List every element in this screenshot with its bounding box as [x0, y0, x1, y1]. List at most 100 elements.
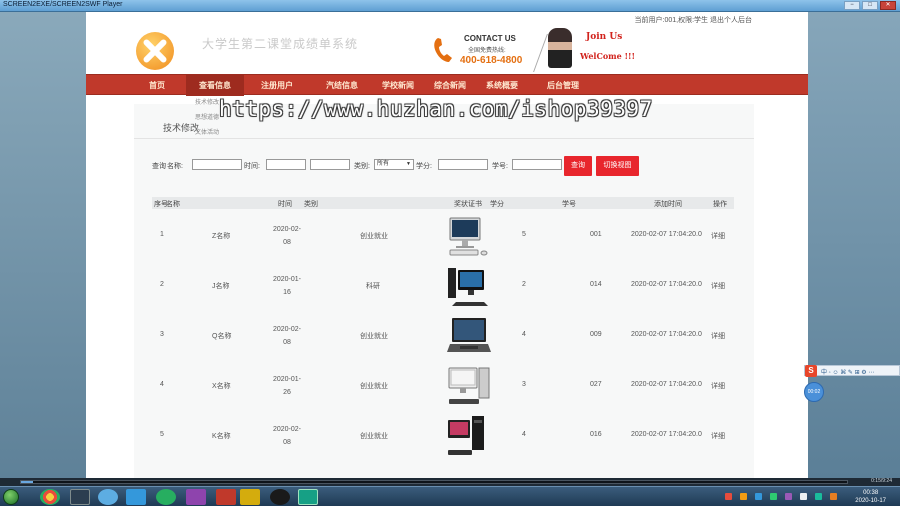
nav-item-general-news[interactable]: 综合新闻	[420, 75, 480, 96]
tray-battery-icon[interactable]	[815, 493, 822, 500]
screen-recorder-icon[interactable]	[298, 489, 318, 505]
folder-icon[interactable]	[240, 489, 260, 505]
search-bar: 查询 名称: 时间: 类别: 所有 ▼ 学分: 学号: 查询 切换视图	[152, 156, 752, 176]
ime-toolbar-buttons[interactable]: 中 ◦ ☺ ⌘ ✎ ⊞ ⚙ ⋯	[821, 367, 874, 376]
row-added-time: 2020-02-07 17:04:20.0	[631, 431, 702, 438]
row-student-id: 014	[590, 281, 602, 288]
main-nav: 首页 查看信息 注册用户 汽结信息 学校新闻 综合新闻 系统概要 后台管理	[86, 74, 808, 96]
detail-link[interactable]: 详细	[711, 431, 725, 441]
tray-wechat-icon[interactable]	[770, 493, 777, 500]
credit-label: 学分:	[416, 163, 432, 170]
start-button-icon[interactable]	[3, 489, 19, 505]
student-id-input[interactable]	[512, 159, 562, 170]
tray-ime-icon[interactable]	[725, 493, 732, 500]
tray-flag-icon[interactable]	[830, 493, 837, 500]
window-title: SCREEN2EXE/SCREEN2SWF Player	[3, 1, 123, 8]
time-end-input[interactable]	[310, 159, 350, 170]
contact-phone: 400-618-4800	[460, 55, 523, 66]
time-start-input[interactable]	[266, 159, 306, 170]
row-date: 2020-02- 08	[272, 426, 302, 446]
browser-icon[interactable]	[126, 489, 146, 505]
taskbar: 00:38 2020-10-17	[0, 486, 900, 506]
row-name: Q名称	[212, 333, 232, 340]
row-category: 创业就业	[360, 383, 388, 390]
editor-icon[interactable]	[186, 489, 206, 505]
nav-item-view-info[interactable]: 查看信息	[186, 75, 244, 96]
chrome-icon[interactable]	[40, 489, 60, 505]
row-name: K名称	[212, 433, 231, 440]
row-name: X名称	[212, 383, 231, 390]
flash-icon[interactable]	[216, 489, 236, 505]
row-category: 科研	[366, 283, 380, 290]
tray-volume-icon[interactable]	[800, 493, 807, 500]
search-prefix-label: 查询	[152, 163, 166, 170]
site-title: 大学生第二课堂成绩单系统	[202, 37, 359, 51]
detail-link[interactable]: 详细	[711, 331, 725, 341]
nav-item-summary-info[interactable]: 汽结信息	[312, 75, 372, 96]
laptop-icon	[447, 318, 491, 352]
credit-input[interactable]	[438, 159, 488, 170]
row-category: 创业就业	[360, 433, 388, 440]
player-progress-track[interactable]	[20, 480, 848, 484]
web-page: 当前用户:001,权限:学生 退出个人后台 大学生第二课堂成绩单系统 CONTA…	[86, 12, 808, 478]
dropdown-item-sports[interactable]: 文体活动	[195, 126, 241, 141]
row-credit: 3	[522, 381, 526, 388]
panel-tab-title[interactable]: 技术修改	[163, 121, 199, 134]
window-titlebar: SCREEN2EXE/SCREEN2SWF Player − □ ✕	[0, 0, 900, 12]
nav-item-register[interactable]: 注册用户	[246, 75, 308, 96]
time-label: 时间:	[244, 163, 260, 170]
detail-link[interactable]: 详细	[711, 231, 725, 241]
name-input[interactable]	[192, 159, 242, 170]
table-row: 1 Z名称 2020-02- 08 创业就业 5 001 2020-02-07 1…	[152, 210, 734, 260]
category-select[interactable]: 所有 ▼	[374, 159, 414, 170]
switch-view-button[interactable]: 切换视图	[596, 156, 639, 176]
th-action: 操作	[713, 201, 727, 208]
tray-app-icon[interactable]	[740, 493, 747, 500]
header-divider	[533, 34, 548, 72]
query-button[interactable]: 查询	[564, 156, 592, 176]
tray-shield-icon[interactable]	[755, 493, 762, 500]
user-status-links[interactable]: 当前用户:001,权限:学生 退出个人后台	[635, 15, 752, 25]
player-time: 0:15/9:24	[871, 478, 892, 484]
qq-icon[interactable]	[270, 489, 290, 505]
table-row: 2 J名称 2020-01- 16 科研 2 014 2020-02-07 17:…	[152, 260, 734, 310]
row-added-time: 2020-02-07 17:04:20.0	[631, 281, 702, 288]
detail-link[interactable]: 详细	[711, 281, 725, 291]
recorder-timer[interactable]: 00:02	[804, 382, 824, 402]
sogou-logo-icon: S	[805, 365, 817, 377]
table-row: 5 K名称 2020-02- 08 创业就业 4 016 2020-02-07 1…	[152, 410, 734, 460]
avatar	[548, 28, 572, 68]
category-label: 类别:	[354, 163, 370, 170]
window-controls: − □ ✕	[844, 1, 896, 10]
tray-network-icon[interactable]	[785, 493, 792, 500]
computer-icon	[449, 217, 488, 256]
media-player-icon[interactable]	[70, 489, 90, 505]
th-certificate: 奖状证书	[454, 201, 482, 208]
nav-item-school-news[interactable]: 学校新闻	[368, 75, 428, 96]
row-date: 2020-01- 26	[272, 376, 302, 396]
nav-item-home[interactable]: 首页	[128, 75, 186, 96]
row-credit: 4	[522, 331, 526, 338]
phone-icon	[434, 38, 452, 62]
app-icon[interactable]	[156, 489, 176, 505]
minimize-button[interactable]: −	[844, 1, 860, 10]
detail-link[interactable]: 详细	[711, 381, 725, 391]
site-logo	[136, 32, 174, 70]
table-row: 4 X名称 2020-01- 26 创业就业 3 027 2020-02-07 1…	[152, 360, 734, 410]
close-button[interactable]: ✕	[880, 1, 896, 10]
th-added-time: 添加时间	[654, 201, 682, 208]
network-app-icon[interactable]	[98, 489, 118, 505]
row-student-id: 016	[590, 431, 602, 438]
maximize-button[interactable]: □	[862, 1, 878, 10]
row-student-id: 009	[590, 331, 602, 338]
computer-icon	[448, 367, 490, 404]
ime-toolbar[interactable]: S 中 ◦ ☺ ⌘ ✎ ⊞ ⚙ ⋯	[804, 365, 900, 377]
nav-item-admin[interactable]: 后台管理	[532, 75, 594, 96]
watermark-text: https://www.huzhan.com/ishop39397	[219, 97, 653, 121]
tray-time: 00:38	[863, 490, 879, 496]
category-select-value: 所有	[377, 161, 390, 167]
tray-clock[interactable]: 00:38 2020-10-17	[855, 489, 886, 505]
th-name: 名称	[166, 201, 180, 208]
content-panel: 技术修改 查询 名称: 时间: 类别: 所有 ▼ 学分: 学号: 查询 切换视图…	[134, 104, 754, 478]
nav-item-system-overview[interactable]: 系统概要	[472, 75, 532, 96]
